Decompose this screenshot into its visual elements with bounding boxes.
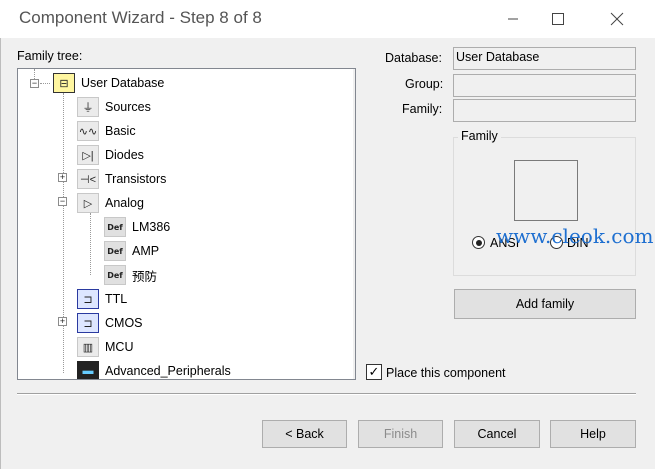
family-group-title: Family [458, 129, 501, 143]
back-button[interactable]: < Back [262, 420, 347, 448]
scrollbar-thumb[interactable] [355, 102, 356, 229]
close-button[interactable] [594, 0, 640, 38]
maximize-button[interactable] [535, 0, 581, 38]
watermark: www.cleok.com [496, 224, 654, 248]
tree-item-sources[interactable]: ⏚ Sources [77, 96, 151, 118]
def-icon: Def [104, 217, 126, 237]
scroll-up-icon[interactable] [353, 72, 355, 89]
tree-line [90, 213, 91, 275]
family-tree-label: Family tree: [17, 49, 83, 63]
tree-item-lm386[interactable]: Def LM386 [104, 216, 170, 238]
family-label: Family: [402, 102, 443, 116]
scroll-down-icon[interactable] [353, 359, 355, 376]
tree-line [40, 83, 50, 84]
group-label: Group: [405, 77, 444, 91]
database-icon: ⊟ [53, 73, 75, 93]
tree-line [63, 93, 64, 373]
finish-button[interactable]: Finish [358, 420, 443, 448]
tree-scrollbar[interactable] [353, 69, 356, 379]
def-icon: Def [104, 265, 126, 285]
place-component-checkbox[interactable]: ✓ [366, 364, 382, 380]
family-preview [514, 160, 578, 221]
help-button[interactable]: Help [550, 420, 636, 448]
collapse-toggle[interactable]: − [30, 79, 39, 88]
monitor-icon: ▬ [77, 361, 99, 379]
tree-item-basic[interactable]: ∿∿ Basic [77, 120, 136, 142]
minimize-button[interactable] [490, 0, 536, 38]
source-icon: ⏚ [77, 97, 99, 117]
separator [17, 393, 636, 395]
database-label: Database: [385, 51, 442, 65]
opamp-icon: ▷ [77, 193, 99, 213]
expand-toggle[interactable]: + [58, 173, 67, 182]
family-tree[interactable]: − ⊟ User Database ⏚ Sources ∿∿ Basic ▷| … [17, 68, 356, 380]
collapse-toggle[interactable]: − [58, 197, 67, 206]
diode-icon: ▷| [77, 145, 99, 165]
title-bar: Component Wizard - Step 8 of 8 [0, 0, 655, 38]
def-icon: Def [104, 241, 126, 261]
tree-item-mcu[interactable]: ▥ MCU [77, 336, 133, 358]
resistor-icon: ∿∿ [77, 121, 99, 141]
transistor-icon: ⊣< [77, 169, 99, 189]
close-icon [610, 12, 624, 26]
tree-item-analog[interactable]: ▷ Analog [77, 192, 144, 214]
minimize-icon [508, 18, 518, 20]
group-field[interactable] [453, 74, 636, 97]
tree-item-yufang[interactable]: Def 预防 [104, 264, 157, 286]
maximize-icon [552, 13, 564, 25]
family-field[interactable] [453, 99, 636, 122]
place-component-label: Place this component [386, 366, 506, 380]
tree-item-amp[interactable]: Def AMP [104, 240, 159, 262]
tree-item-transistors[interactable]: ⊣< Transistors [77, 168, 166, 190]
tree-item-ttl[interactable]: ⊐ TTL [77, 288, 127, 310]
add-family-button[interactable]: Add family [454, 289, 636, 319]
ansi-radio[interactable] [472, 236, 485, 249]
cancel-button[interactable]: Cancel [454, 420, 540, 448]
expand-toggle[interactable]: + [58, 317, 67, 326]
chip-icon: ▥ [77, 337, 99, 357]
tree-root-label: User Database [81, 76, 165, 90]
tree-item-cmos[interactable]: ⊐ CMOS [77, 312, 143, 334]
window-border [0, 38, 1, 469]
cmos-gate-icon: ⊐ [77, 313, 99, 333]
tree-item-advanced-peripherals[interactable]: ▬ Advanced_Peripherals [77, 360, 231, 379]
window-title: Component Wizard - Step 8 of 8 [19, 8, 262, 27]
tree-item-diodes[interactable]: ▷| Diodes [77, 144, 144, 166]
ttl-gate-icon: ⊐ [77, 289, 99, 309]
tree-root[interactable]: ⊟ User Database [53, 72, 164, 94]
database-field[interactable]: User Database [453, 47, 636, 70]
